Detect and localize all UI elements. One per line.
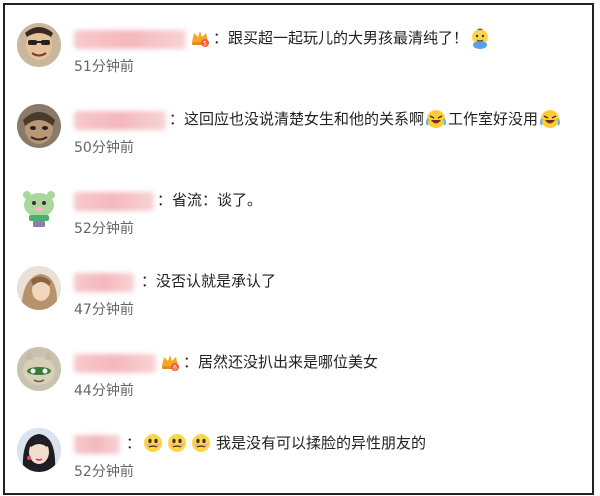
comment-time: 50分钟前 xyxy=(74,140,134,156)
comment-text: ： 跟买超一起玩儿的大男孩最清纯了！ xyxy=(213,26,492,50)
user-name-blurred[interactable] xyxy=(74,354,156,373)
comment-text-segment: 这回应也没说清楚女生和他的关系啊 xyxy=(184,110,425,128)
comment-text: ： 省流：谈了。 xyxy=(157,188,262,212)
comment-text: ： 这回应也没说清楚女生和他的关系啊 工作室好没用 xyxy=(169,107,562,131)
thinking-emoji-icon xyxy=(190,432,212,454)
baby-emoji-icon xyxy=(469,27,491,49)
avatar[interactable] xyxy=(17,347,61,391)
avatar[interactable] xyxy=(17,266,61,310)
laugh-cry-emoji-icon xyxy=(425,108,447,130)
comment-item: ： 我是没有可以揉脸的异性朋友的 52分钟前 xyxy=(5,410,592,490)
comment-time: 47分钟前 xyxy=(74,302,134,318)
vip-crown-icon: 5 xyxy=(190,28,210,48)
avatar-icon xyxy=(17,104,61,148)
comment-time: 51分钟前 xyxy=(74,59,134,75)
comment-separator: ： xyxy=(213,29,229,47)
comment-separator: ： xyxy=(169,110,185,128)
comment-item: 5 ： 跟买超一起玩儿的大男孩最清纯了！ 51分钟前 xyxy=(5,5,592,85)
comment-text: ： 居然还没扒出来是哪位美女 xyxy=(183,350,378,374)
avatar-icon xyxy=(17,428,61,472)
comment-text-segment: 工作室好没用 xyxy=(448,110,539,128)
avatar-icon xyxy=(17,347,61,391)
vip-crown-icon: 6 xyxy=(160,352,180,372)
avatar[interactable] xyxy=(17,23,61,67)
avatar-icon xyxy=(17,266,61,310)
comment-text-segment: 居然还没扒出来是哪位美女 xyxy=(198,353,379,371)
comment-list: 5 ： 跟买超一起玩儿的大男孩最清纯了！ 51分钟前 ： 这回应也没说清楚女生和… xyxy=(3,3,594,495)
laugh-cry-emoji-icon xyxy=(539,108,561,130)
avatar[interactable] xyxy=(17,185,61,229)
comment-item: ： 省流：谈了。 52分钟前 xyxy=(5,167,592,247)
comment-separator: ： xyxy=(126,434,142,452)
avatar-icon xyxy=(17,185,61,229)
user-name-blurred[interactable] xyxy=(74,30,186,49)
comment-text: ： 没否认就是承认了 xyxy=(141,269,276,293)
comment-text: ： 我是没有可以揉脸的异性朋友的 xyxy=(126,431,426,455)
svg-text:6: 6 xyxy=(173,365,177,372)
comment-text-segment: 省流：谈了。 xyxy=(172,191,263,209)
comment-text-segment: 我是没有可以揉脸的异性朋友的 xyxy=(216,434,427,452)
user-name-blurred[interactable] xyxy=(74,192,154,211)
avatar[interactable] xyxy=(17,428,61,472)
comment-text-segment: 跟买超一起玩儿的大男孩最清纯了！ xyxy=(228,29,469,47)
avatar[interactable] xyxy=(17,104,61,148)
user-name-blurred[interactable] xyxy=(74,273,134,292)
comment-item: ： 这回应也没说清楚女生和他的关系啊 工作室好没用 50分钟前 xyxy=(5,86,592,166)
comment-separator: ： xyxy=(183,353,199,371)
svg-text:5: 5 xyxy=(203,41,207,48)
comment-text-segment: 没否认就是承认了 xyxy=(156,272,277,290)
comment-time: 44分钟前 xyxy=(74,383,134,399)
comment-time: 52分钟前 xyxy=(74,464,134,480)
comment-time: 52分钟前 xyxy=(74,221,134,237)
thinking-emoji-icon xyxy=(142,432,164,454)
user-name-blurred[interactable] xyxy=(74,111,166,130)
user-name-blurred[interactable] xyxy=(74,435,120,454)
comment-separator: ： xyxy=(157,191,173,209)
avatar-icon xyxy=(17,23,61,67)
comment-item: ： 没否认就是承认了 47分钟前 xyxy=(5,248,592,328)
thinking-emoji-icon xyxy=(166,432,188,454)
comment-item: 6 ： 居然还没扒出来是哪位美女 44分钟前 xyxy=(5,329,592,409)
comment-separator: ： xyxy=(141,272,157,290)
